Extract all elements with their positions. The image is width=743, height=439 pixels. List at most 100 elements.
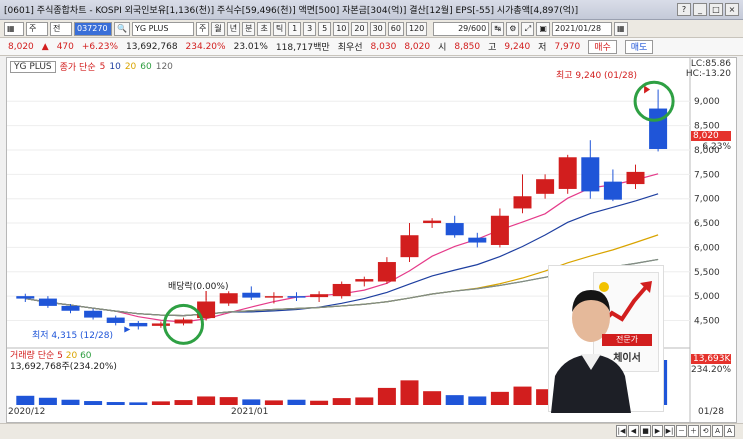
nav-first-icon[interactable]: |◀	[616, 425, 627, 437]
nav-prev-icon[interactable]: ◀	[628, 425, 639, 437]
x-label-end: 01/28	[698, 407, 724, 417]
y-tick-label: 9,000	[694, 97, 720, 107]
legend-ma-label: 종가 단순	[59, 63, 96, 73]
candle-body[interactable]	[558, 157, 577, 189]
candle-body[interactable]	[536, 179, 555, 194]
promo-badge: 전문가	[602, 334, 652, 346]
candle-body[interactable]	[61, 305, 80, 311]
candle-body[interactable]	[38, 298, 57, 306]
volume-bar[interactable]	[219, 397, 238, 405]
volume-bar[interactable]	[151, 401, 170, 405]
reset-icon[interactable]: ⟲	[700, 425, 711, 437]
candle-body[interactable]	[626, 171, 645, 185]
bottom-bar: |◀ ◀ ■ ▶ ▶| － ＋ ⟲ A A	[0, 423, 743, 439]
y-tick-label: 5,500	[694, 268, 720, 278]
volume-bar[interactable]	[174, 400, 193, 405]
candle-body[interactable]	[264, 296, 283, 298]
candle-body[interactable]	[445, 223, 464, 236]
zoom-out-icon[interactable]: －	[676, 425, 687, 437]
legend-ma-5: 5	[99, 61, 106, 72]
promo-panel: 전문가 체이서	[548, 265, 664, 413]
nav-last-icon[interactable]: ▶|	[664, 425, 675, 437]
legend-ma-60: 60	[140, 61, 152, 72]
candle-body[interactable]	[242, 292, 261, 298]
volume-ma-5: 5	[57, 351, 63, 361]
candle-body[interactable]	[377, 262, 396, 282]
candle-body[interactable]	[603, 181, 622, 200]
chart-legend: YG PLUS 종가 단순 5 10 20 60 120	[10, 60, 173, 73]
volume-bar[interactable]	[468, 396, 487, 405]
legend-ma-120: 120	[155, 61, 173, 72]
y-tick-label: 6,500	[694, 219, 720, 229]
candle-body[interactable]	[16, 296, 35, 299]
candle-body[interactable]	[174, 319, 193, 324]
candle-body[interactable]	[106, 317, 125, 323]
volume-bar[interactable]	[377, 387, 396, 405]
candle-body[interactable]	[355, 279, 374, 282]
chart-nav: |◀ ◀ ■ ▶ ▶| － ＋ ⟲ A A	[616, 425, 735, 437]
y-tick-label: 6,000	[694, 243, 720, 253]
volume-bar[interactable]	[400, 380, 419, 405]
high-marker-icon	[644, 85, 651, 94]
volume-bar[interactable]	[16, 395, 35, 405]
volume-bar[interactable]	[423, 391, 442, 405]
low-marker-icon	[124, 326, 131, 333]
volume-bar[interactable]	[106, 402, 125, 405]
volume-bar[interactable]	[84, 401, 103, 405]
high-annotation: 최고 9,240 (01/28)	[556, 71, 638, 81]
nav-next-icon[interactable]: ▶	[652, 425, 663, 437]
volume-pct-tag: 234.20%	[690, 365, 731, 375]
legend-stock-name[interactable]: YG PLUS	[10, 60, 56, 73]
y-tick-label: 7,500	[694, 170, 720, 180]
candle-body[interactable]	[287, 296, 306, 298]
candle-body[interactable]	[84, 310, 103, 318]
volume-tag: 13,693K	[691, 354, 731, 364]
volume-bar[interactable]	[61, 399, 80, 405]
promo-name: 체이서	[613, 353, 641, 364]
nav-stop-icon[interactable]: ■	[640, 425, 651, 437]
candle-body[interactable]	[581, 157, 600, 192]
current-pct-tag: 6.23%	[702, 142, 731, 152]
volume-bar[interactable]	[264, 400, 283, 405]
volume-bar[interactable]	[310, 400, 329, 405]
candle-body[interactable]	[490, 215, 509, 245]
volume-ma-20: 20	[65, 351, 78, 361]
font-large-icon[interactable]: A	[724, 425, 735, 437]
current-price-tag: 8,020	[691, 131, 731, 141]
candle-body[interactable]	[649, 108, 668, 149]
y-tick-label: 7,000	[694, 195, 720, 205]
candle-body[interactable]	[400, 235, 419, 258]
hc-label: HC:-13.20	[685, 69, 731, 79]
volume-bar[interactable]	[445, 395, 464, 405]
candle-body[interactable]	[468, 237, 487, 243]
volume-bar[interactable]	[242, 399, 261, 405]
volume-bar[interactable]	[38, 397, 57, 405]
volume-bar[interactable]	[197, 396, 216, 405]
font-small-icon[interactable]: A	[712, 425, 723, 437]
volume-bar[interactable]	[332, 398, 351, 405]
low-annotation: 최저 4,315 (12/28)	[32, 331, 114, 341]
x-label-jan: 2021/01	[231, 407, 269, 417]
lc-label: LC:85.86	[690, 59, 731, 69]
candle-body[interactable]	[219, 293, 238, 304]
candle-body[interactable]	[423, 220, 442, 224]
volume-legend-value: 13,692,768주(234.20%)	[10, 362, 117, 372]
x-label-dec: 2020/12	[8, 407, 46, 417]
volume-bar[interactable]	[287, 399, 306, 405]
candle-body[interactable]	[129, 322, 148, 327]
candle-body[interactable]	[332, 283, 351, 297]
y-tick-label: 4,500	[694, 317, 720, 327]
volume-bar[interactable]	[355, 397, 374, 405]
volume-ma-60: 60	[80, 351, 92, 361]
legend-ma-10: 10	[109, 61, 121, 72]
candle-body[interactable]	[310, 294, 329, 298]
volume-legend-label: 거래량 단순	[10, 351, 55, 361]
y-tick-label: 5,000	[694, 292, 720, 302]
volume-bar[interactable]	[490, 391, 509, 405]
volume-bar[interactable]	[129, 402, 148, 405]
zoom-in-icon[interactable]: ＋	[688, 425, 699, 437]
volume-legend: 거래량 단순 5 20 60 13,692,768주(234.20%)	[10, 351, 117, 373]
volume-bar[interactable]	[513, 386, 532, 405]
candle-body[interactable]	[513, 196, 532, 209]
candle-body[interactable]	[151, 323, 170, 326]
